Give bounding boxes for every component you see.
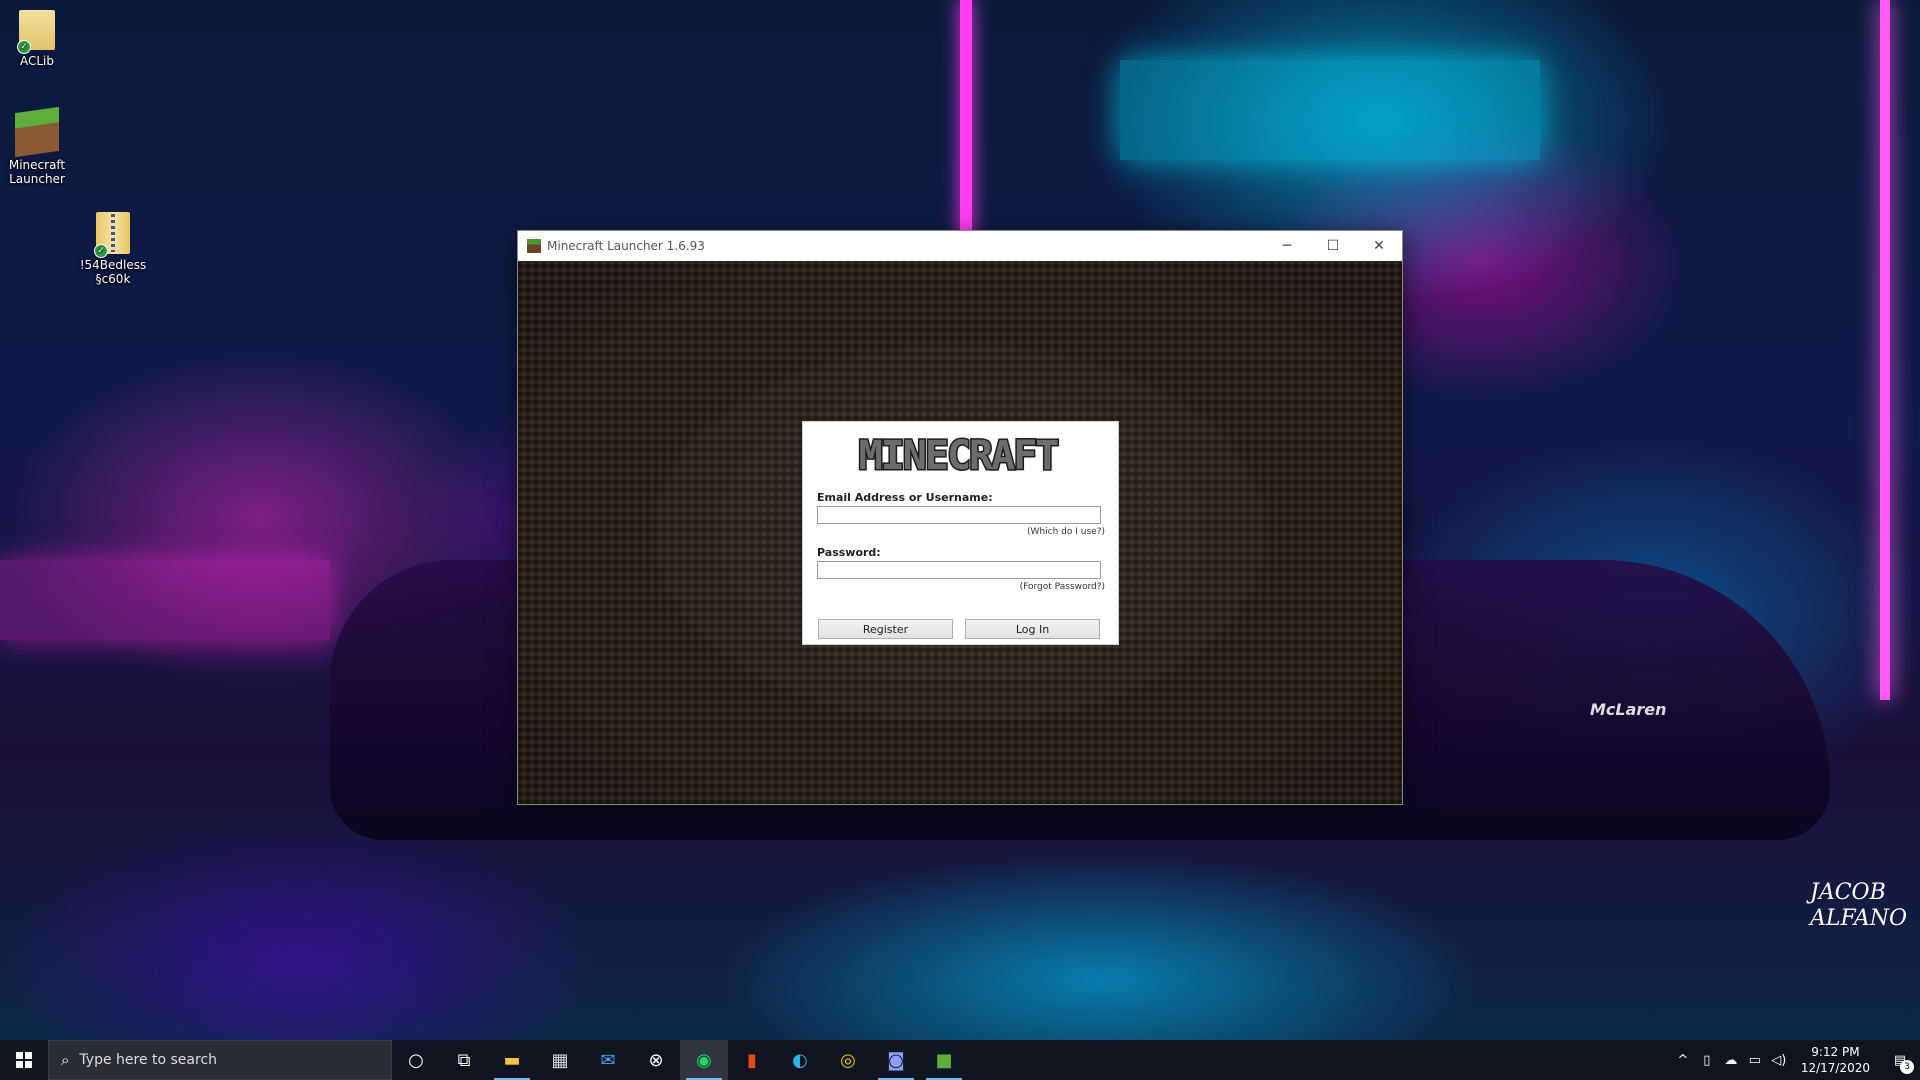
dirt-background: MINECRAFT Email Address or Username: (Wh…	[518, 261, 1402, 804]
task-view-icon[interactable]: ⧉	[440, 1040, 488, 1080]
desktop-icon-label: Minecraft Launcher	[8, 158, 66, 186]
xbox-icon[interactable]: ⊗	[632, 1040, 680, 1080]
window-titlebar[interactable]: Minecraft Launcher 1.6.93 ─ ☐ ✕	[518, 231, 1402, 261]
microsoft-store-icon[interactable]: ▦	[536, 1040, 584, 1080]
wallpaper-signature: JACOB ALFANO	[1810, 880, 1908, 931]
desktop-icon-label: ACLib	[19, 54, 54, 68]
taskbar-clock[interactable]: 9:12 PM 12/17/2020	[1791, 1044, 1880, 1076]
register-button[interactable]: Register	[818, 619, 953, 639]
minecraft-launcher-window[interactable]: Minecraft Launcher 1.6.93 ─ ☐ ✕ MINECRAF…	[518, 231, 1402, 804]
login-button[interactable]: Log In	[965, 619, 1100, 639]
cortana-icon[interactable]: ○	[392, 1040, 440, 1080]
minecraft-logo-text: MINECRAFT	[859, 433, 1059, 479]
system-tray: ^ ▯ ☁ ▭ ◁) 9:12 PM 12/17/2020 ▤ 3	[1671, 1040, 1920, 1080]
folder-icon: ✓	[17, 10, 55, 54]
clock-time: 9:12 PM	[1811, 1045, 1860, 1059]
minimize-button[interactable]: ─	[1264, 231, 1310, 261]
action-center-button[interactable]: ▤ 3	[1880, 1040, 1920, 1080]
window-title: Minecraft Launcher 1.6.93	[547, 239, 705, 253]
desktop-icon-bedless-zip[interactable]: ✓ !54Bedless §c60k	[73, 212, 153, 286]
notification-count-badge: 3	[1900, 1060, 1914, 1074]
minecraft-grass-block-icon	[15, 106, 59, 158]
forgot-password-link[interactable]: (Forgot Password?)	[1020, 582, 1105, 592]
edge-icon[interactable]: ◐	[776, 1040, 824, 1080]
start-button[interactable]	[0, 1040, 48, 1080]
login-panel: MINECRAFT Email Address or Username: (Wh…	[802, 421, 1119, 645]
username-input[interactable]	[817, 506, 1101, 524]
office-icon[interactable]: ▮	[728, 1040, 776, 1080]
wallpaper-neon-4	[0, 560, 330, 640]
volume-icon[interactable]: ◁)	[1767, 1053, 1791, 1068]
maximize-button[interactable]: ☐	[1310, 231, 1356, 261]
password-label: Password:	[817, 546, 881, 559]
discord-icon[interactable]: ◙	[872, 1040, 920, 1080]
password-input[interactable]	[817, 561, 1101, 579]
search-placeholder: Type here to search	[79, 1052, 218, 1068]
taskbar: ⌕ Type here to search ○ ⧉ ▬ ▦ ✉ ⊗ ◉ ▮ ◐ …	[0, 1040, 1920, 1080]
desktop-icon-aclib[interactable]: ✓ ACLib	[0, 10, 77, 68]
device-icon[interactable]: ▯	[1695, 1053, 1719, 1068]
zip-archive-icon: ✓	[94, 212, 130, 258]
wallpaper-plate: McLaren	[1590, 700, 1667, 719]
desktop-icon-minecraft-launcher[interactable]: Minecraft Launcher	[0, 106, 77, 186]
mail-icon[interactable]: ✉	[584, 1040, 632, 1080]
wallpaper-neon-3	[1120, 60, 1540, 160]
which-do-i-use-link[interactable]: (Which do I use?)	[1027, 527, 1105, 537]
chrome-icon[interactable]: ◎	[824, 1040, 872, 1080]
spotify-icon[interactable]: ◉	[680, 1040, 728, 1080]
close-button[interactable]: ✕	[1356, 231, 1402, 261]
onedrive-cloud-icon[interactable]: ☁	[1719, 1053, 1743, 1068]
taskbar-search-box[interactable]: ⌕ Type here to search	[48, 1040, 392, 1080]
search-icon: ⌕	[61, 1051, 70, 1069]
wallpaper-neon-1	[960, 0, 972, 240]
minecraft-logo: MINECRAFT	[821, 431, 1096, 479]
windows-logo-icon	[16, 1052, 32, 1068]
show-hidden-icons-chevron[interactable]: ^	[1671, 1053, 1695, 1068]
wallpaper-neon-2	[1880, 0, 1890, 700]
network-icon[interactable]: ▭	[1743, 1053, 1767, 1068]
clock-date: 12/17/2020	[1800, 1061, 1870, 1075]
username-label: Email Address or Username:	[817, 491, 993, 504]
minecraft-taskbar-icon[interactable]: ■	[920, 1040, 968, 1080]
desktop-icon-label: !54Bedless §c60k	[79, 258, 147, 286]
minecraft-app-icon	[527, 239, 541, 253]
file-explorer-icon[interactable]: ▬	[488, 1040, 536, 1080]
